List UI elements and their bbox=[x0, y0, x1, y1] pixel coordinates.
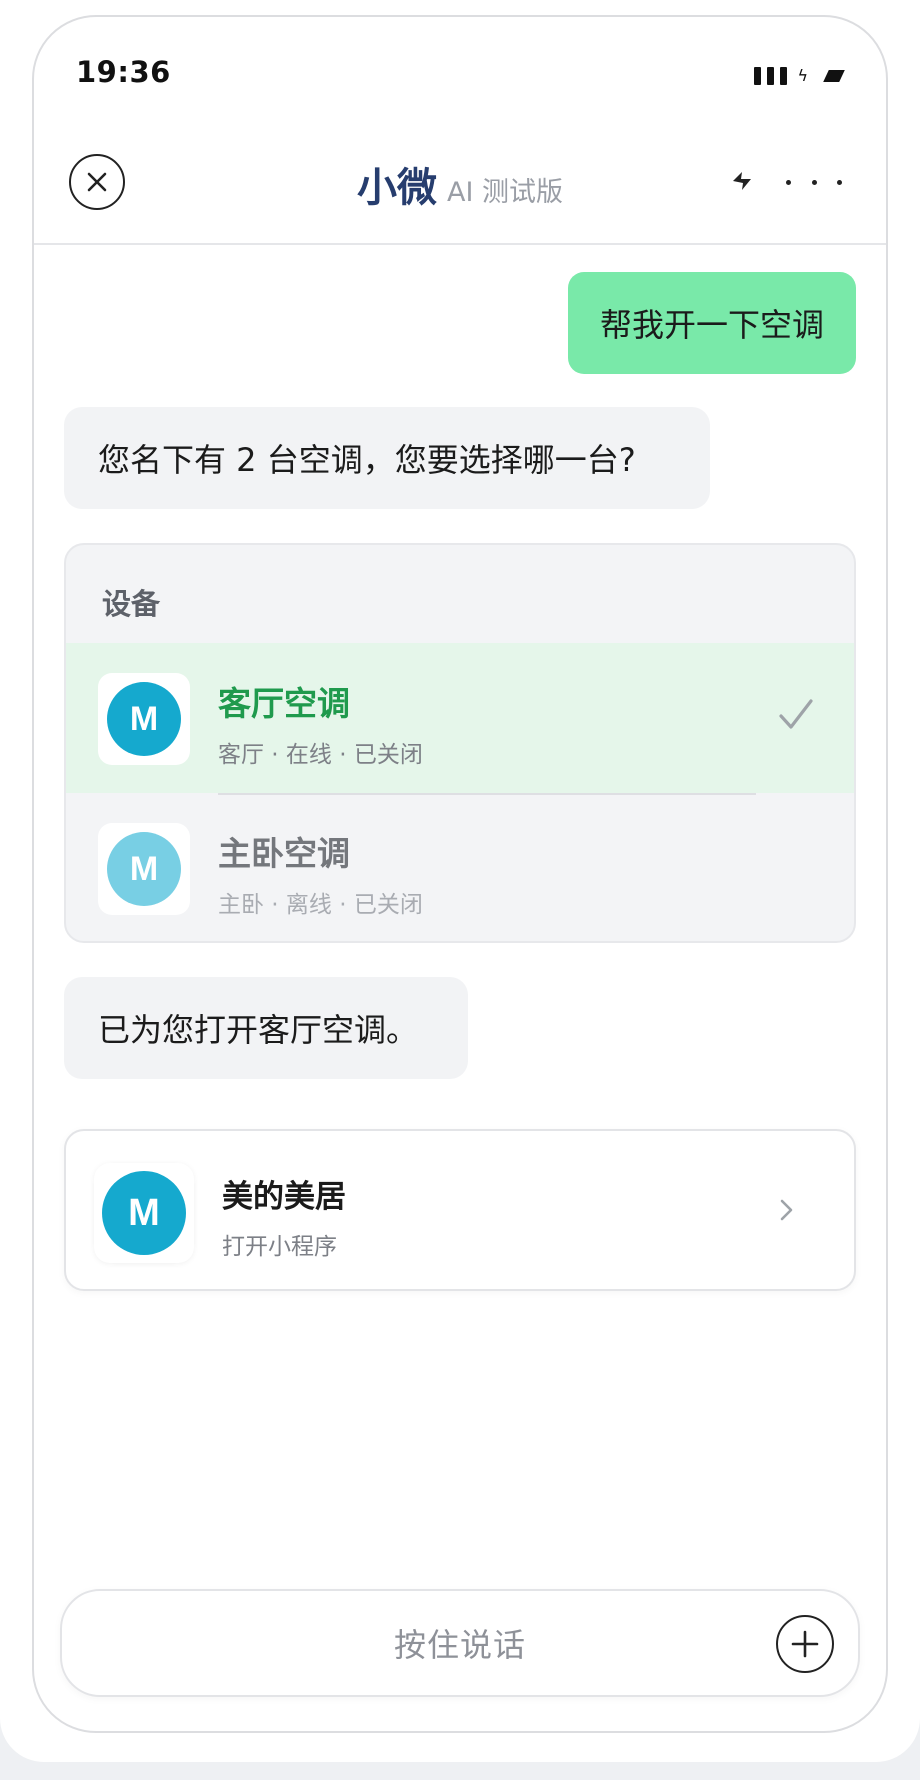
signal-bar-icon bbox=[767, 67, 775, 85]
mini-program-icon-tile: M bbox=[94, 1163, 194, 1263]
check-icon bbox=[779, 699, 813, 729]
chat-header: 小微 AI 测试版 bbox=[34, 127, 886, 245]
device-list-heading: 设备 bbox=[102, 587, 161, 621]
lightning-icon bbox=[733, 172, 751, 190]
device-row-master-bedroom-ac[interactable]: M 主卧空调 主卧 · 离线 · 已关闭 bbox=[66, 793, 854, 941]
midea-logo-icon: M bbox=[102, 1171, 186, 1255]
device-row-living-room-ac[interactable]: M 客厅空调 客厅 · 在线 · 已关闭 bbox=[66, 643, 854, 793]
device-status: 客厅 · 在线 · 已关闭 bbox=[218, 742, 423, 768]
status-time: 19:36 bbox=[76, 55, 171, 89]
device-name: 主卧空调 bbox=[218, 834, 350, 873]
charging-icon: ϟ bbox=[797, 66, 808, 85]
bot-message-bubble: 您名下有 2 台空调，您要选择哪一台? bbox=[64, 407, 710, 509]
voice-input-bar[interactable]: 按住说话 bbox=[60, 1589, 860, 1697]
more-button[interactable] bbox=[786, 167, 842, 197]
plus-icon bbox=[791, 1630, 819, 1658]
user-message-bubble: 帮我开一下空调 bbox=[567, 272, 856, 374]
header-title-group: 小微 AI 测试版 bbox=[34, 155, 886, 213]
page-subtitle: AI 测试版 bbox=[446, 177, 563, 208]
flash-button[interactable] bbox=[726, 165, 758, 197]
midea-logo-icon: M bbox=[107, 832, 181, 906]
mini-program-name: 美的美居 bbox=[222, 1179, 346, 1215]
more-dots-icon bbox=[786, 179, 791, 185]
midea-logo-icon: M bbox=[107, 682, 181, 756]
phone-frame: 19:36 ϟ 小微 AI 测试版 帮我开一下空调 您名下有 2 台空调，您要选… bbox=[32, 15, 888, 1733]
mini-program-subtitle: 打开小程序 bbox=[222, 1234, 337, 1260]
status-icons: ϟ bbox=[754, 66, 845, 85]
signal-bar-icon bbox=[780, 67, 788, 85]
more-dot bbox=[837, 179, 842, 185]
more-dot bbox=[811, 179, 817, 185]
device-selection-card: 设备 M 客厅空调 客厅 · 在线 · 已关闭 M 主卧空调 主卧 · 离线 ·… bbox=[64, 543, 856, 943]
battery-icon bbox=[823, 70, 845, 82]
hold-to-talk-label[interactable]: 按住说话 bbox=[62, 1591, 858, 1695]
device-icon-tile: M bbox=[98, 823, 190, 915]
signal-bar-icon bbox=[754, 67, 762, 85]
screen-background: 19:36 ϟ 小微 AI 测试版 帮我开一下空调 您名下有 2 台空调，您要选… bbox=[0, 0, 920, 1762]
add-button[interactable] bbox=[776, 1615, 834, 1673]
page-title: 小微 bbox=[356, 165, 437, 211]
device-status: 主卧 · 离线 · 已关闭 bbox=[218, 892, 423, 918]
mini-program-card[interactable]: M 美的美居 打开小程序 bbox=[64, 1129, 856, 1291]
divider bbox=[218, 793, 756, 795]
bot-message-bubble: 已为您打开客厅空调。 bbox=[64, 977, 468, 1079]
chevron-right-icon bbox=[780, 1199, 793, 1221]
status-bar: 19:36 ϟ bbox=[34, 17, 886, 127]
device-icon-tile: M bbox=[98, 673, 190, 765]
device-name: 客厅空调 bbox=[218, 684, 350, 723]
